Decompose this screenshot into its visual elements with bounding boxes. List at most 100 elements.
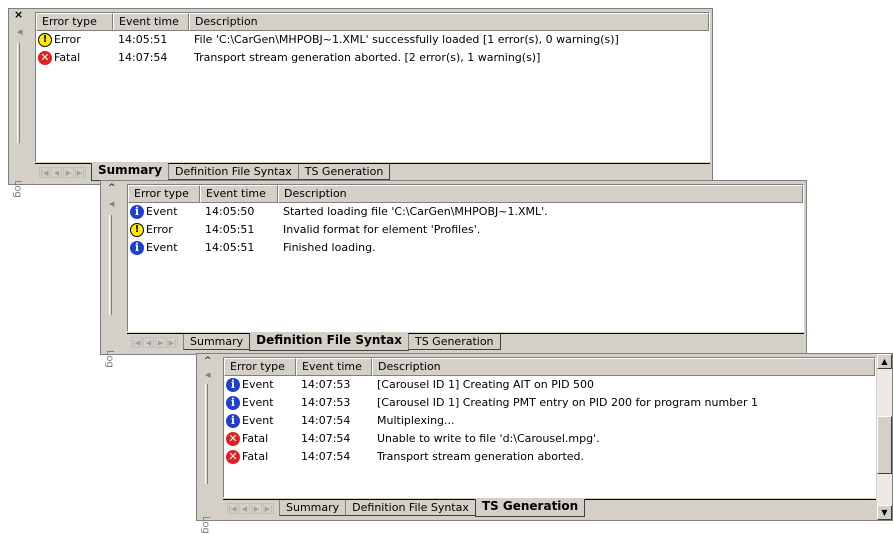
nav-first-button[interactable]: |◀ [131,337,142,348]
collapse-arrow-icon[interactable]: ◀ [205,372,210,379]
tab-ts-generation[interactable]: TS Generation [474,499,586,517]
nav-first-button[interactable]: |◀ [227,503,238,514]
column-header-error-type[interactable]: Error type [36,13,113,31]
log-panel-definition-syntax: ^ ◀ Log Error type Event time Descriptio… [100,180,807,368]
vertical-scrollbar[interactable]: ▲ ▼ [876,354,892,520]
cell-event-time: 14:05:51 [205,223,255,236]
cell-event-time: 14:07:54 [301,414,351,427]
cell-error-type: ✕ Fatal [224,448,296,466]
column-header-row: Error type Event time Description [224,358,875,376]
table-row[interactable]: i Event 14:07:53 [Carousel ID 1] Creating A… [224,376,875,394]
tab-ts-generation[interactable]: TS Generation [407,334,501,350]
nav-prev-button[interactable]: ◀ [143,337,154,348]
cell-event-time: 14:07:54 [301,432,351,445]
info-icon: i [130,241,144,255]
cell-description: Unable to write to file 'd:\Carousel.mpg… [377,432,600,445]
table-row[interactable]: ! Error 14:05:51 File 'C:\CarGen\MHPOBJ~1.X… [36,31,709,49]
cell-error-type: i Event [224,394,296,412]
nav-first-button[interactable]: |◀ [39,167,50,178]
column-header-row: Error type Event time Description [36,13,709,31]
tab-summary[interactable]: Summary [91,163,170,181]
column-header-event-time[interactable]: Event time [113,13,189,31]
nav-next-button[interactable]: ▶ [155,337,166,348]
error-type-label: Event [242,414,274,427]
scroll-up-button[interactable]: ▲ [877,354,892,369]
cell-description: Multiplexing... [377,414,455,427]
log-label: Log [104,350,115,368]
nav-last-button[interactable]: ▶| [167,337,178,348]
cell-error-type: ! Error [36,31,113,49]
table-row[interactable]: ✕ Fatal 14:07:54 Transport stream generatio… [36,49,709,67]
caret-icon[interactable]: ^ [108,184,116,193]
cell-description: Finished loading. [283,241,376,254]
tab-definition-file-syntax[interactable]: Definition File Syntax [168,164,299,180]
column-header-description[interactable]: Description [189,13,709,31]
close-icon[interactable]: × [14,9,23,20]
column-header-event-time[interactable]: Event time [200,185,278,203]
nav-last-button[interactable]: ▶| [75,167,86,178]
log-gutter: × ◀ Log [9,9,31,198]
table-row[interactable]: i Event 14:07:53 [Carousel ID 1] Creating P… [224,394,875,412]
nav-prev-button[interactable]: ◀ [239,503,250,514]
warning-icon: ! [130,223,144,237]
nav-prev-button[interactable]: ◀ [51,167,62,178]
column-header-description[interactable]: Description [372,358,875,376]
cell-error-type: ✕ Fatal [36,49,113,67]
scroll-down-button[interactable]: ▼ [877,505,892,520]
collapse-arrow-icon[interactable]: ◀ [109,201,114,208]
log-list: Error type Event time Description i Event… [127,184,804,332]
tab-definition-file-syntax[interactable]: Definition File Syntax [249,333,409,351]
log-panel-ts-generation: ^ ◀ Log Error type Event time Descriptio… [196,353,893,534]
cell-error-type: ! Error [128,221,200,239]
log-panel-summary: × ◀ Log Error type Event time Descriptio… [8,8,713,198]
tab-definition-file-syntax[interactable]: Definition File Syntax [345,500,476,516]
fatal-icon: ✕ [226,450,240,464]
tab-navigation: |◀ ◀ ▶ ▶| [131,337,179,348]
table-row[interactable]: i Event 14:05:50 Started loading file 'C:\C… [128,203,803,221]
caret-icon[interactable]: ^ [204,357,212,366]
column-header-error-type[interactable]: Error type [128,185,200,203]
cell-error-type: i Event [128,239,200,257]
cell-description: Started loading file 'C:\CarGen\MHPOBJ~1… [283,205,548,218]
cell-event-time: 14:07:54 [301,450,351,463]
cell-event-time: 14:05:50 [205,205,255,218]
column-header-event-time[interactable]: Event time [296,358,372,376]
cell-error-type: i Event [224,412,296,430]
nav-next-button[interactable]: ▶ [63,167,74,178]
drag-handle[interactable] [109,215,112,315]
drag-handle[interactable] [205,384,208,484]
tab-navigation: |◀ ◀ ▶ ▶| [227,503,275,514]
log-list: Error type Event time Description ! Error… [35,12,710,162]
table-row[interactable]: i Event 14:05:51 Finished loading. [128,239,803,257]
cell-event-time: 14:05:51 [205,241,255,254]
tab-navigation: |◀ ◀ ▶ ▶| [39,167,87,178]
nav-next-button[interactable]: ▶ [251,503,262,514]
fatal-icon: ✕ [38,51,52,65]
tab-summary[interactable]: Summary [183,334,251,350]
column-header-error-type[interactable]: Error type [224,358,296,376]
column-header-description[interactable]: Description [278,185,803,203]
error-type-label: Event [242,396,274,409]
error-type-label: Fatal [242,450,269,463]
log-gutter: ^ ◀ Log [197,354,219,534]
collapse-arrow-icon[interactable]: ◀ [17,29,22,36]
table-row[interactable]: ! Error 14:05:51 Invalid format for element… [128,221,803,239]
cell-event-time: 14:07:53 [301,378,351,391]
error-type-label: Event [242,378,274,391]
tab-summary[interactable]: Summary [279,500,347,516]
tab-ts-generation[interactable]: TS Generation [297,164,391,180]
nav-last-button[interactable]: ▶| [263,503,274,514]
log-label: Log [200,516,211,534]
drag-handle[interactable] [17,43,20,143]
error-type-label: Fatal [54,51,81,64]
error-type-label: Event [146,241,178,254]
cell-event-time: 14:05:51 [118,33,168,46]
scroll-thumb[interactable] [877,416,892,474]
cell-event-time: 14:07:53 [301,396,351,409]
info-icon: i [226,396,240,410]
table-row[interactable]: ✕ Fatal 14:07:54 Unable to write to file 'd… [224,430,875,448]
table-row[interactable]: ✕ Fatal 14:07:54 Transport stream generatio… [224,448,875,466]
tab-bar: |◀ ◀ ▶ ▶| Summary Definition File Syntax TS Ge… [127,333,804,353]
table-row[interactable]: i Event 14:07:54 Multiplexing... [224,412,875,430]
error-type-label: Error [146,223,173,236]
